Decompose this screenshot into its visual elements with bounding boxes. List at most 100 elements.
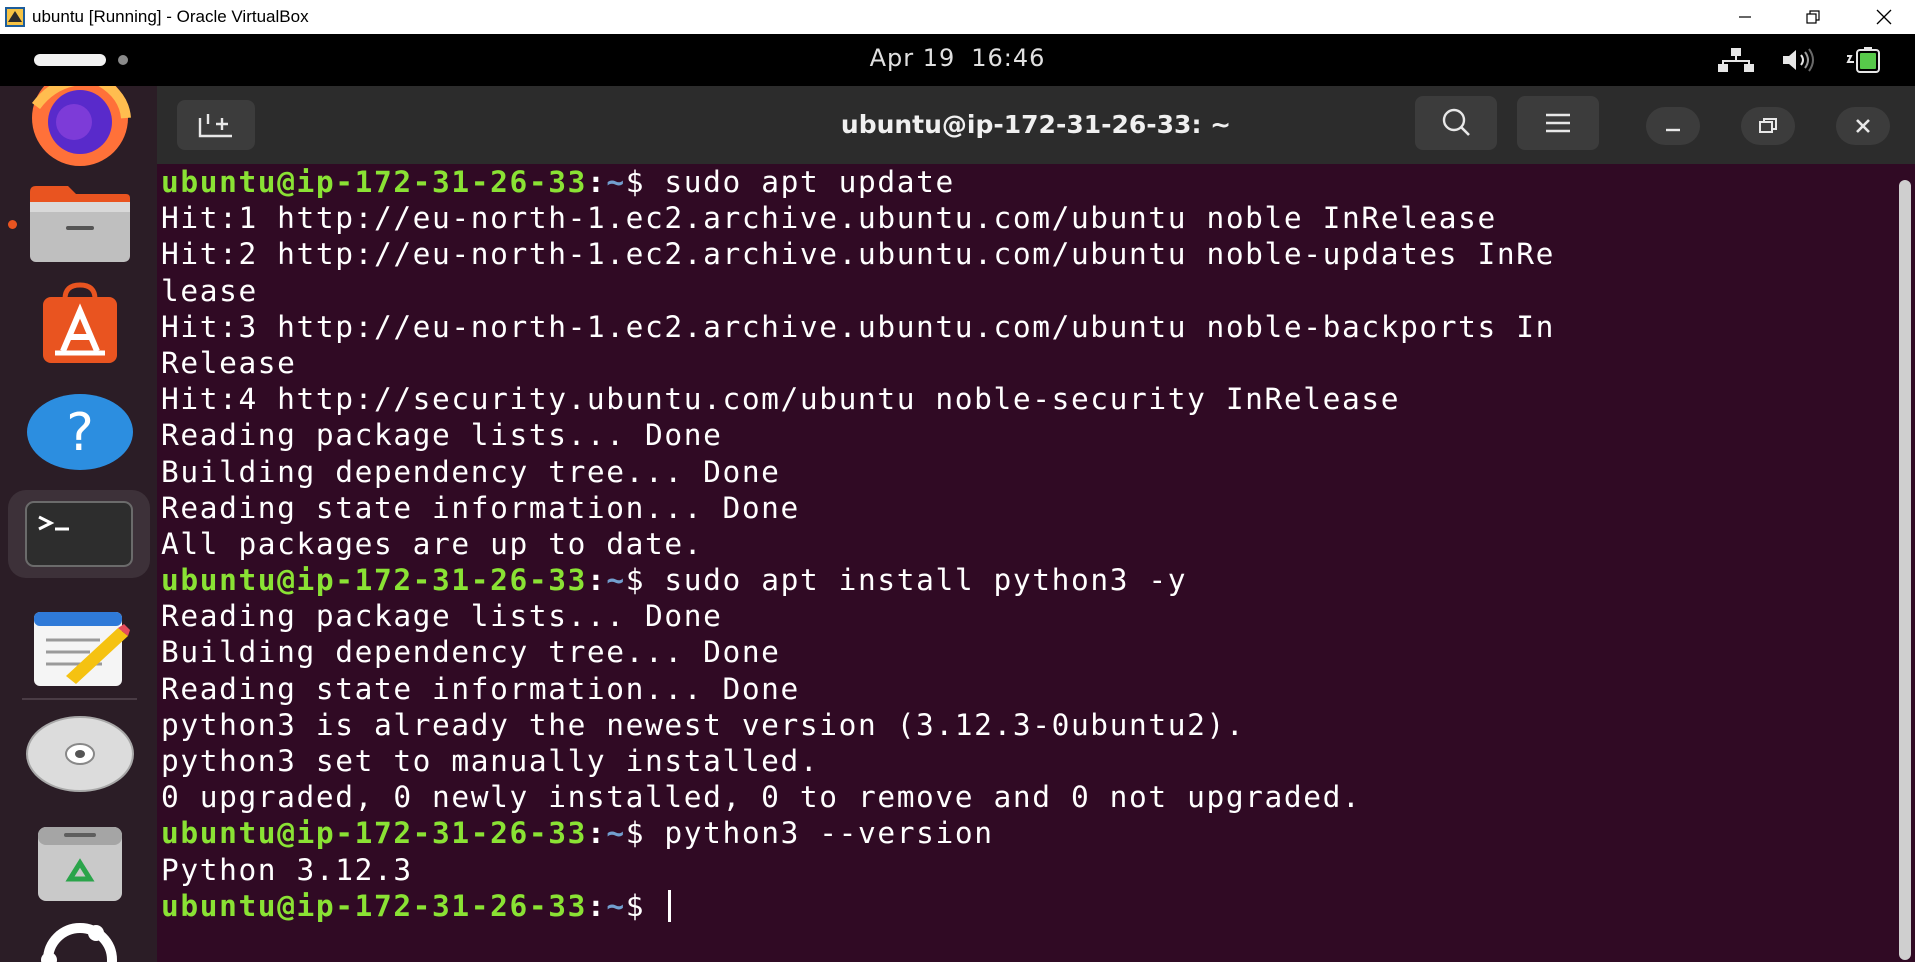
- terminal-output-line: All packages are up to date.: [161, 526, 1883, 562]
- prompt-colon: :: [586, 165, 607, 199]
- terminal-prompt-line: ubuntu@ip-172-31-26-33:~$ python3 --vers…: [161, 815, 1883, 851]
- terminal-prompt-line: ubuntu@ip-172-31-26-33:~$ sudo apt updat…: [161, 164, 1883, 200]
- search-icon: [1442, 108, 1470, 136]
- dock-item-text-editor[interactable]: [22, 604, 137, 692]
- dock-item-terminal[interactable]: [8, 490, 150, 578]
- output-text: python3 is already the newest version (3…: [161, 707, 1246, 742]
- terminal-output-line: Python 3.12.3: [161, 852, 1883, 888]
- window-close-button[interactable]: [1855, 0, 1913, 34]
- clock-date: Apr 19: [869, 44, 956, 72]
- dock-item-files[interactable]: [22, 180, 137, 268]
- hamburger-menu-icon: [1546, 113, 1570, 133]
- ubuntu-logo-icon: [40, 923, 117, 962]
- minimize-icon: [1666, 128, 1680, 132]
- output-text: Reading package lists... Done: [161, 599, 723, 634]
- clock-time: 16:46: [971, 44, 1046, 72]
- window-minimize-button[interactable]: [1716, 0, 1774, 34]
- window-restore-button[interactable]: [1784, 0, 1842, 34]
- terminal-headerbar[interactable]: ubuntu@ip-172-31-26-33: ~: [157, 86, 1915, 164]
- output-text: Hit:2 http://eu-north-1.ec2.archive.ubun…: [161, 237, 1555, 272]
- prompt-symbol: $: [625, 165, 665, 199]
- trash-icon: [37, 827, 122, 901]
- virtualbox-titlebar: ubuntu [Running] - Oracle VirtualBox: [0, 0, 1915, 35]
- terminal-icon: [25, 501, 133, 567]
- command-text: sudo apt update: [664, 165, 955, 199]
- terminal-prompt-line: ubuntu@ip-172-31-26-33:~$ sudo apt insta…: [161, 562, 1883, 598]
- terminal-output-line: Hit:4 http://security.ubuntu.com/ubuntu …: [161, 381, 1883, 417]
- terminal-window[interactable]: ubuntu@ip-172-31-26-33: ~ ubuntu@ip-172-…: [157, 86, 1915, 962]
- optical-disc-icon: [25, 716, 134, 792]
- dock-separator: [22, 698, 137, 700]
- app-center-icon: [42, 282, 117, 363]
- output-text: Hit:3 http://eu-north-1.ec2.archive.ubun…: [161, 309, 1555, 344]
- window-title: ubuntu [Running] - Oracle VirtualBox: [32, 7, 309, 26]
- output-text: Building dependency tree... Done: [161, 635, 781, 670]
- terminal-prompt-line: ubuntu@ip-172-31-26-33:~$: [161, 888, 1883, 924]
- prompt-colon: :: [586, 816, 607, 851]
- output-text: Reading state information... Done: [161, 671, 800, 706]
- dock-item-trash[interactable]: [22, 820, 137, 908]
- clock[interactable]: Apr 19 16:46: [0, 44, 1915, 72]
- output-text: Python 3.12.3: [161, 852, 413, 887]
- dock-item-help[interactable]: ?: [22, 388, 137, 476]
- terminal-output-line: python3 is already the newest version (3…: [161, 707, 1883, 743]
- dock-item-show-apps[interactable]: [22, 916, 137, 962]
- dock-item-firefox[interactable]: [22, 86, 137, 166]
- terminal-output-line: Release: [161, 345, 1883, 381]
- terminal-output-line: Hit:1 http://eu-north-1.ec2.archive.ubun…: [161, 200, 1883, 236]
- output-text: python3 set to manually installed.: [161, 744, 820, 778]
- output-text: Building dependency tree... Done: [161, 454, 781, 489]
- terminal-output-line: python3 set to manually installed.: [161, 743, 1883, 779]
- network-wired-icon: [1718, 48, 1754, 72]
- prompt-symbol: $: [625, 888, 665, 923]
- output-text: lease: [161, 273, 258, 308]
- minimize-icon: [1739, 16, 1751, 18]
- terminal-restore-button[interactable]: [1741, 107, 1795, 145]
- terminal-output-line: 0 upgraded, 0 newly installed, 0 to remo…: [161, 779, 1883, 815]
- battery-charging-icon: [1846, 47, 1880, 73]
- prompt-user-host: ubuntu@ip-172-31-26-33: [161, 816, 587, 851]
- terminal-output-line: Hit:2 http://eu-north-1.ec2.archive.ubun…: [161, 236, 1883, 272]
- close-icon: [1856, 119, 1870, 133]
- prompt-user-host: ubuntu@ip-172-31-26-33: [161, 888, 587, 923]
- output-text: Release: [161, 345, 297, 380]
- prompt-colon: :: [586, 888, 607, 923]
- prompt-path: ~: [606, 888, 626, 923]
- files-folder-icon: [29, 186, 130, 262]
- terminal-output[interactable]: ubuntu@ip-172-31-26-33:~$ sudo apt updat…: [161, 164, 1883, 962]
- prompt-colon: :: [586, 563, 607, 598]
- search-button[interactable]: [1415, 96, 1497, 150]
- prompt-symbol: $: [625, 563, 665, 598]
- menu-button[interactable]: [1517, 96, 1599, 150]
- terminal-output-line: Hit:3 http://eu-north-1.ec2.archive.ubun…: [161, 309, 1883, 345]
- output-text: All packages are up to date.: [161, 526, 704, 561]
- terminal-output-line: Reading package lists... Done: [161, 598, 1883, 634]
- terminal-minimize-button[interactable]: [1646, 107, 1700, 145]
- firefox-icon: [31, 86, 131, 166]
- prompt-path: ~: [606, 165, 626, 199]
- command-text: sudo apt install python3 -y: [664, 563, 1188, 598]
- volume-icon: [1783, 48, 1814, 72]
- terminal-close-button[interactable]: [1836, 107, 1890, 145]
- terminal-output-line: Reading state information... Done: [161, 671, 1883, 707]
- virtualbox-app-icon: [5, 7, 25, 27]
- prompt-user-host: ubuntu@ip-172-31-26-33: [161, 165, 587, 199]
- terminal-output-line: Building dependency tree... Done: [161, 454, 1883, 490]
- command-text: python3 --version: [664, 816, 994, 851]
- prompt-path: ~: [606, 816, 626, 851]
- restore-icon: [1806, 10, 1820, 24]
- terminal-output-line: Reading state information... Done: [161, 490, 1883, 526]
- output-text: Reading package lists... Done: [161, 418, 723, 453]
- system-tray[interactable]: [1717, 46, 1883, 74]
- text-cursor: [668, 889, 672, 922]
- svg-text:?: ?: [66, 403, 94, 463]
- gnome-top-bar: Apr 19 16:46: [0, 34, 1915, 86]
- dock-item-app-center[interactable]: [22, 280, 137, 368]
- dock-item-optical-disc[interactable]: [22, 710, 137, 798]
- prompt-path: ~: [606, 563, 626, 598]
- output-text: Reading state information... Done: [161, 490, 800, 525]
- dock: ?: [0, 86, 157, 962]
- output-text: Hit:1 http://eu-north-1.ec2.archive.ubun…: [161, 201, 1497, 236]
- output-text: 0 upgraded, 0 newly installed, 0 to remo…: [161, 780, 1362, 815]
- terminal-scrollbar[interactable]: [1899, 180, 1911, 960]
